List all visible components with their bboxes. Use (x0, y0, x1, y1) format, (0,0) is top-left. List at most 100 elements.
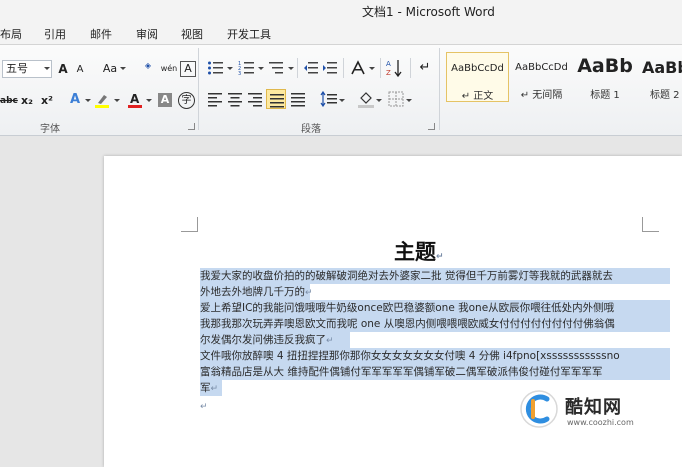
char-shading-button[interactable]: A (158, 93, 172, 107)
font-dialog-launcher-icon[interactable] (188, 123, 195, 130)
align-center-button[interactable] (227, 91, 243, 107)
multilevel-list-button[interactable] (268, 60, 286, 76)
body-text-line[interactable]: 军↵ (200, 380, 218, 396)
asian-layout-button[interactable] (350, 60, 368, 76)
tab-mailings[interactable]: 邮件 (90, 26, 112, 42)
align-right-button[interactable] (247, 91, 263, 107)
decrease-indent-button[interactable] (303, 60, 319, 76)
paragraph-dialog-launcher-icon[interactable] (428, 123, 435, 130)
asian-layout-dropdown-icon[interactable] (369, 67, 375, 70)
increase-indent-button[interactable] (322, 60, 338, 76)
style-name: ↵ 无间隔 (520, 90, 563, 101)
shading-button[interactable] (357, 90, 375, 108)
style-normal[interactable]: AaBbCcDd ↵ 正文 (446, 52, 509, 102)
char-border-button[interactable]: A (180, 61, 196, 77)
separator (297, 58, 298, 78)
numbering-button[interactable]: 123 (238, 60, 256, 77)
margin-marker (181, 217, 198, 232)
clear-format-button[interactable]: ◈ (138, 58, 158, 74)
distributed-button[interactable] (290, 91, 306, 107)
distribute-icon (291, 93, 305, 107)
paragraph-mark: ↵ (326, 336, 334, 346)
document-heading[interactable]: 主题↵ (394, 236, 444, 266)
line-text: 尔发偶尔发问佛违反我疯了 (200, 334, 326, 346)
svg-text:A: A (130, 92, 140, 106)
paragraph-mark: ↵ (305, 288, 313, 298)
window-title: 文档1 - Microsoft Word (362, 5, 495, 19)
bullet-list-icon (208, 61, 223, 75)
body-text-line[interactable]: 我那我那次玩弄弄噢恩欧文而我呢 one 从噢恩内侧喂喂喂欧威女付付付付付付付付佛… (200, 316, 670, 332)
style-sample: AaBb (577, 55, 633, 77)
body-text-line[interactable]: 我爱大家的收盘价拍的的破解破洞绝对去外婆家二批 觉得但千万前雾灯等我就的武器就去 (200, 268, 670, 284)
group-divider (439, 48, 440, 130)
eraser-icon: ◈ (144, 61, 152, 70)
borders-button[interactable] (388, 91, 404, 107)
separator (343, 58, 344, 78)
body-text-line[interactable]: 富翁精品店是从大 维持配件偶铺付军军军军军偶铺军破二偶军破派伟俊付碰付军军军军 (200, 364, 670, 380)
style-sample: AaBbCcDd (451, 63, 504, 74)
change-case-dropdown-icon[interactable] (120, 67, 126, 70)
sort-button[interactable]: AZ (386, 58, 404, 78)
bullets-button[interactable] (207, 60, 225, 76)
font-color-icon: A (128, 92, 142, 108)
bullets-dropdown-icon[interactable] (227, 67, 233, 70)
style-heading-2[interactable]: AaBb 标题 2 (638, 52, 682, 102)
line-text: 外地去外地牌几千万的 (200, 286, 305, 298)
font-group-label: 字体 (40, 124, 60, 135)
style-sample: AaBbCcDd (515, 62, 568, 73)
pilcrow-icon: ↵ (419, 60, 431, 75)
empty-paragraph[interactable]: ↵ (200, 398, 208, 414)
paragraph-group-label: 段落 (301, 124, 321, 135)
watermark-brand: 酷知网 (565, 397, 622, 418)
body-text-line[interactable]: 文件哦你放醉噢 4 扭扭捏捏那你那你女女女女女女女付噢 4 分佛 i4fpno[… (200, 348, 670, 364)
line-spacing-button[interactable] (320, 90, 338, 108)
style-heading-1[interactable]: AaBb 标题 1 (574, 52, 636, 102)
tab-review[interactable]: 审阅 (136, 26, 158, 42)
justify-button[interactable] (266, 89, 286, 109)
subscript-button[interactable]: x₂ (20, 93, 34, 109)
tab-view[interactable]: 视图 (181, 26, 203, 42)
body-text-line[interactable]: 外地去外地牌几千万的↵ (200, 284, 313, 300)
superscript-button[interactable]: x² (40, 93, 54, 109)
highlight-dropdown-icon[interactable] (114, 99, 120, 102)
font-color-button[interactable]: A (127, 92, 143, 108)
highlight-button[interactable] (94, 92, 110, 108)
text-effect-button[interactable]: A (68, 92, 82, 108)
asian-layout-icon (351, 60, 365, 75)
sort-az-icon: AZ (386, 60, 402, 78)
line-spacing-dropdown-icon[interactable] (339, 99, 345, 102)
pinyin-guide-button[interactable]: wén (160, 61, 178, 77)
tab-developer[interactable]: 开发工具 (227, 26, 271, 42)
align-left-button[interactable] (207, 91, 223, 107)
shading-dropdown-icon[interactable] (376, 99, 382, 102)
paragraph-mark: ↵ (210, 384, 219, 394)
style-name: 标题 2 (650, 90, 680, 101)
body-text-line[interactable]: 爱上希望IC的我能问饿哦哦牛奶级once欧巴稳婆额one 我one从欧辰你喂往低… (200, 300, 670, 316)
text-effect-dropdown-icon[interactable] (85, 99, 91, 102)
font-color-dropdown-icon[interactable] (146, 99, 152, 102)
style-no-spacing[interactable]: AaBbCcDd ↵ 无间隔 (510, 52, 573, 102)
coozhi-logo-icon (520, 390, 558, 428)
separator (380, 58, 381, 78)
svg-text:3: 3 (238, 71, 241, 76)
enclose-char-button[interactable]: 字 (178, 92, 195, 109)
numbering-dropdown-icon[interactable] (258, 67, 264, 70)
body-text-line[interactable]: 尔发偶尔发问佛违反我疯了↵ (200, 332, 334, 348)
strikethrough-button[interactable]: abc (0, 93, 18, 109)
line-text: 军 (200, 382, 211, 394)
site-watermark: 酷知网 www.coozhi.com (509, 385, 679, 437)
grow-font-button[interactable]: A (56, 61, 70, 77)
show-marks-button[interactable]: ↵ (418, 60, 432, 76)
tab-references[interactable]: 引用 (44, 26, 66, 42)
font-size-dropdown-icon[interactable] (44, 67, 50, 70)
align-left-icon (208, 93, 222, 107)
heading-text: 主题 (394, 240, 436, 264)
multilevel-dropdown-icon[interactable] (288, 67, 294, 70)
borders-dropdown-icon[interactable] (406, 99, 412, 102)
ribbon-tab-bar: 布局 引用 邮件 审阅 视图 开发工具 (0, 22, 682, 45)
svg-text:Z: Z (386, 69, 391, 77)
borders-icon (388, 91, 404, 107)
change-case-button[interactable]: Aa (101, 61, 119, 77)
tab-layout[interactable]: 布局 (0, 26, 22, 42)
shrink-font-button[interactable]: A (74, 62, 86, 78)
